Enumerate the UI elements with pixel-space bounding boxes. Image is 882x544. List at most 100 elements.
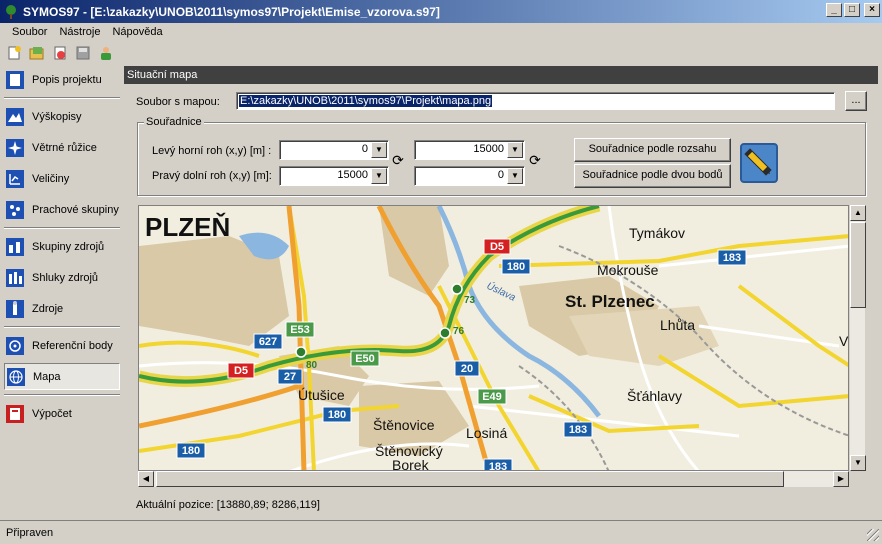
sidebar-item-vyskopisy[interactable]: Výškopisy [4, 103, 120, 130]
sidebar-item-vypocet[interactable]: Výpočet [4, 400, 120, 427]
chevron-down-icon[interactable]: ▼ [371, 168, 387, 184]
scrollbar-thumb[interactable] [850, 222, 866, 308]
current-position-label: Aktuální pozice: [13880,89; 8286,119] [136, 499, 320, 511]
bottom-right-label: Pravý dolní roh (x,y) [m]: [152, 170, 272, 182]
map-place-label: Lhůta [660, 317, 695, 333]
calculation-icon [4, 403, 26, 425]
map-place-label: Tymákov [629, 225, 685, 241]
title-bar: SYMOS97 - [E:\zakazky\UNOB\2011\symos97\… [0, 0, 882, 23]
map-river-label: Úslava [485, 279, 519, 304]
map-place-label: Útušice [298, 387, 345, 403]
sidebar-divider [4, 97, 120, 99]
source-groups-icon [4, 236, 26, 258]
bottom-right-x-select[interactable]: 15000 ▼ [279, 166, 389, 186]
map-shield: 180 [507, 261, 525, 273]
minimize-button[interactable]: _ [826, 3, 842, 17]
map-shield: D5 [234, 365, 248, 377]
dust-icon [4, 199, 26, 221]
sidebar-item-prachove-skupiny[interactable]: Prachové skupiny [4, 196, 120, 223]
scrollbar-thumb[interactable] [156, 471, 784, 487]
coordinates-group-title: Souřadnice [144, 116, 204, 128]
bottom-right-y-select[interactable]: 0 ▼ [414, 166, 525, 186]
coords-by-extent-button[interactable]: Souřadnice podle rozsahu [574, 138, 731, 162]
open-project-icon[interactable] [27, 43, 47, 63]
map-shield: 183 [489, 461, 507, 471]
sidebar-item-label: Výškopisy [32, 110, 82, 123]
scrollbar-corner [849, 471, 865, 487]
map-shield: 180 [182, 445, 200, 457]
menu-bar: Soubor Nástroje Nápověda [0, 23, 882, 41]
chevron-down-icon[interactable]: ▼ [507, 142, 523, 158]
sidebar-item-popis-projektu[interactable]: Popis projektu [4, 66, 120, 93]
sidebar-item-label: Skupiny zdrojů [32, 240, 105, 253]
map-shield: E50 [355, 353, 375, 365]
resize-grip-icon[interactable] [867, 529, 879, 541]
map-exit-label: 76 [453, 326, 465, 337]
save-icon[interactable] [73, 43, 93, 63]
sidebar-item-label: Veličiny [32, 172, 70, 185]
scroll-up-icon[interactable]: ▲ [850, 205, 866, 221]
reference-points-icon [4, 335, 26, 357]
sidebar-divider [4, 326, 120, 328]
map-place-label: V [839, 333, 849, 349]
coords-by-two-points-button[interactable]: Souřadnice podle dvou bodů [574, 164, 731, 188]
menu-napoveda[interactable]: Nápověda [106, 26, 168, 38]
map-shield: D5 [490, 241, 504, 253]
map-shield: E53 [290, 324, 310, 336]
menu-soubor[interactable]: Soubor [6, 26, 53, 38]
sidebar-item-label: Výpočet [32, 407, 72, 420]
sidebar-item-label: Shluky zdrojů [32, 271, 99, 284]
top-left-y-select[interactable]: 15000 ▼ [414, 140, 525, 160]
sidebar-item-label: Prachové skupiny [32, 203, 119, 216]
recent-project-icon[interactable] [50, 43, 70, 63]
sidebar-item-label: Referenční body [32, 339, 113, 352]
quantities-icon [4, 168, 26, 190]
pencil-icon[interactable] [740, 143, 778, 183]
top-left-x-select[interactable]: 0 ▼ [279, 140, 389, 160]
scroll-down-icon[interactable]: ▼ [850, 455, 866, 471]
map-view[interactable]: D5 180 183 627 E53 E50 E49 D5 27 20 180 … [138, 205, 849, 471]
sidebar-item-shluky-zdroju[interactable]: Shluky zdrojů [4, 264, 120, 291]
sidebar-item-skupiny-zdroju[interactable]: Skupiny zdrojů [4, 233, 120, 260]
map-file-input[interactable]: E:\zakazky\UNOB\2011\symos97\Projekt\map… [236, 92, 835, 110]
map-place-label: Losiná [466, 425, 507, 441]
map-shield: 27 [284, 371, 296, 383]
map-vertical-scrollbar[interactable]: ▲ ▼ [849, 205, 866, 471]
map-exit-label: 73 [464, 295, 476, 306]
map-place-label: Šťáhlavy [627, 388, 682, 404]
menu-nastroje[interactable]: Nástroje [53, 26, 106, 38]
app-tree-icon [6, 4, 16, 19]
refresh-icon[interactable]: ⟳ [390, 152, 406, 168]
map-horizontal-scrollbar[interactable]: ◀ ▶ [138, 471, 849, 487]
user-icon[interactable] [96, 43, 116, 63]
map-place-label: Mokrouše [597, 262, 659, 278]
map-shield: E49 [482, 391, 502, 403]
map-image: D5 180 183 627 E53 E50 E49 D5 27 20 180 … [139, 206, 849, 471]
sidebar-item-label: Mapa [33, 370, 61, 383]
scroll-right-icon[interactable]: ▶ [833, 471, 849, 487]
chevron-down-icon[interactable]: ▼ [507, 168, 523, 184]
refresh-icon[interactable]: ⟳ [527, 152, 543, 168]
sidebar-item-veliciny[interactable]: Veličiny [4, 165, 120, 192]
maximize-button[interactable]: □ [844, 3, 860, 17]
sidebar-item-label: Větrné růžice [32, 141, 97, 154]
map-shield: 180 [328, 409, 346, 421]
sidebar-item-mapa[interactable]: Mapa [4, 363, 120, 390]
map-shield: 20 [461, 363, 473, 375]
browse-button[interactable]: ... [845, 91, 867, 111]
map-exit-label: 80 [306, 360, 318, 371]
sidebar-item-referencni-body[interactable]: Referenční body [4, 332, 120, 359]
sidebar-item-vetrne-ruzice[interactable]: Větrné růžice [4, 134, 120, 161]
status-text: Připraven [6, 526, 54, 539]
chevron-down-icon[interactable]: ▼ [371, 142, 387, 158]
new-project-icon[interactable] [4, 43, 24, 63]
sources-icon [4, 298, 26, 320]
sidebar-item-zdroje[interactable]: Zdroje [4, 295, 120, 322]
scroll-left-icon[interactable]: ◀ [138, 471, 154, 487]
sidebar-divider [4, 394, 120, 396]
map-shield: 183 [569, 424, 587, 436]
close-button[interactable]: × [864, 3, 880, 17]
status-bar: Připraven [0, 520, 882, 544]
wind-rose-icon [4, 137, 26, 159]
terrain-icon [4, 106, 26, 128]
